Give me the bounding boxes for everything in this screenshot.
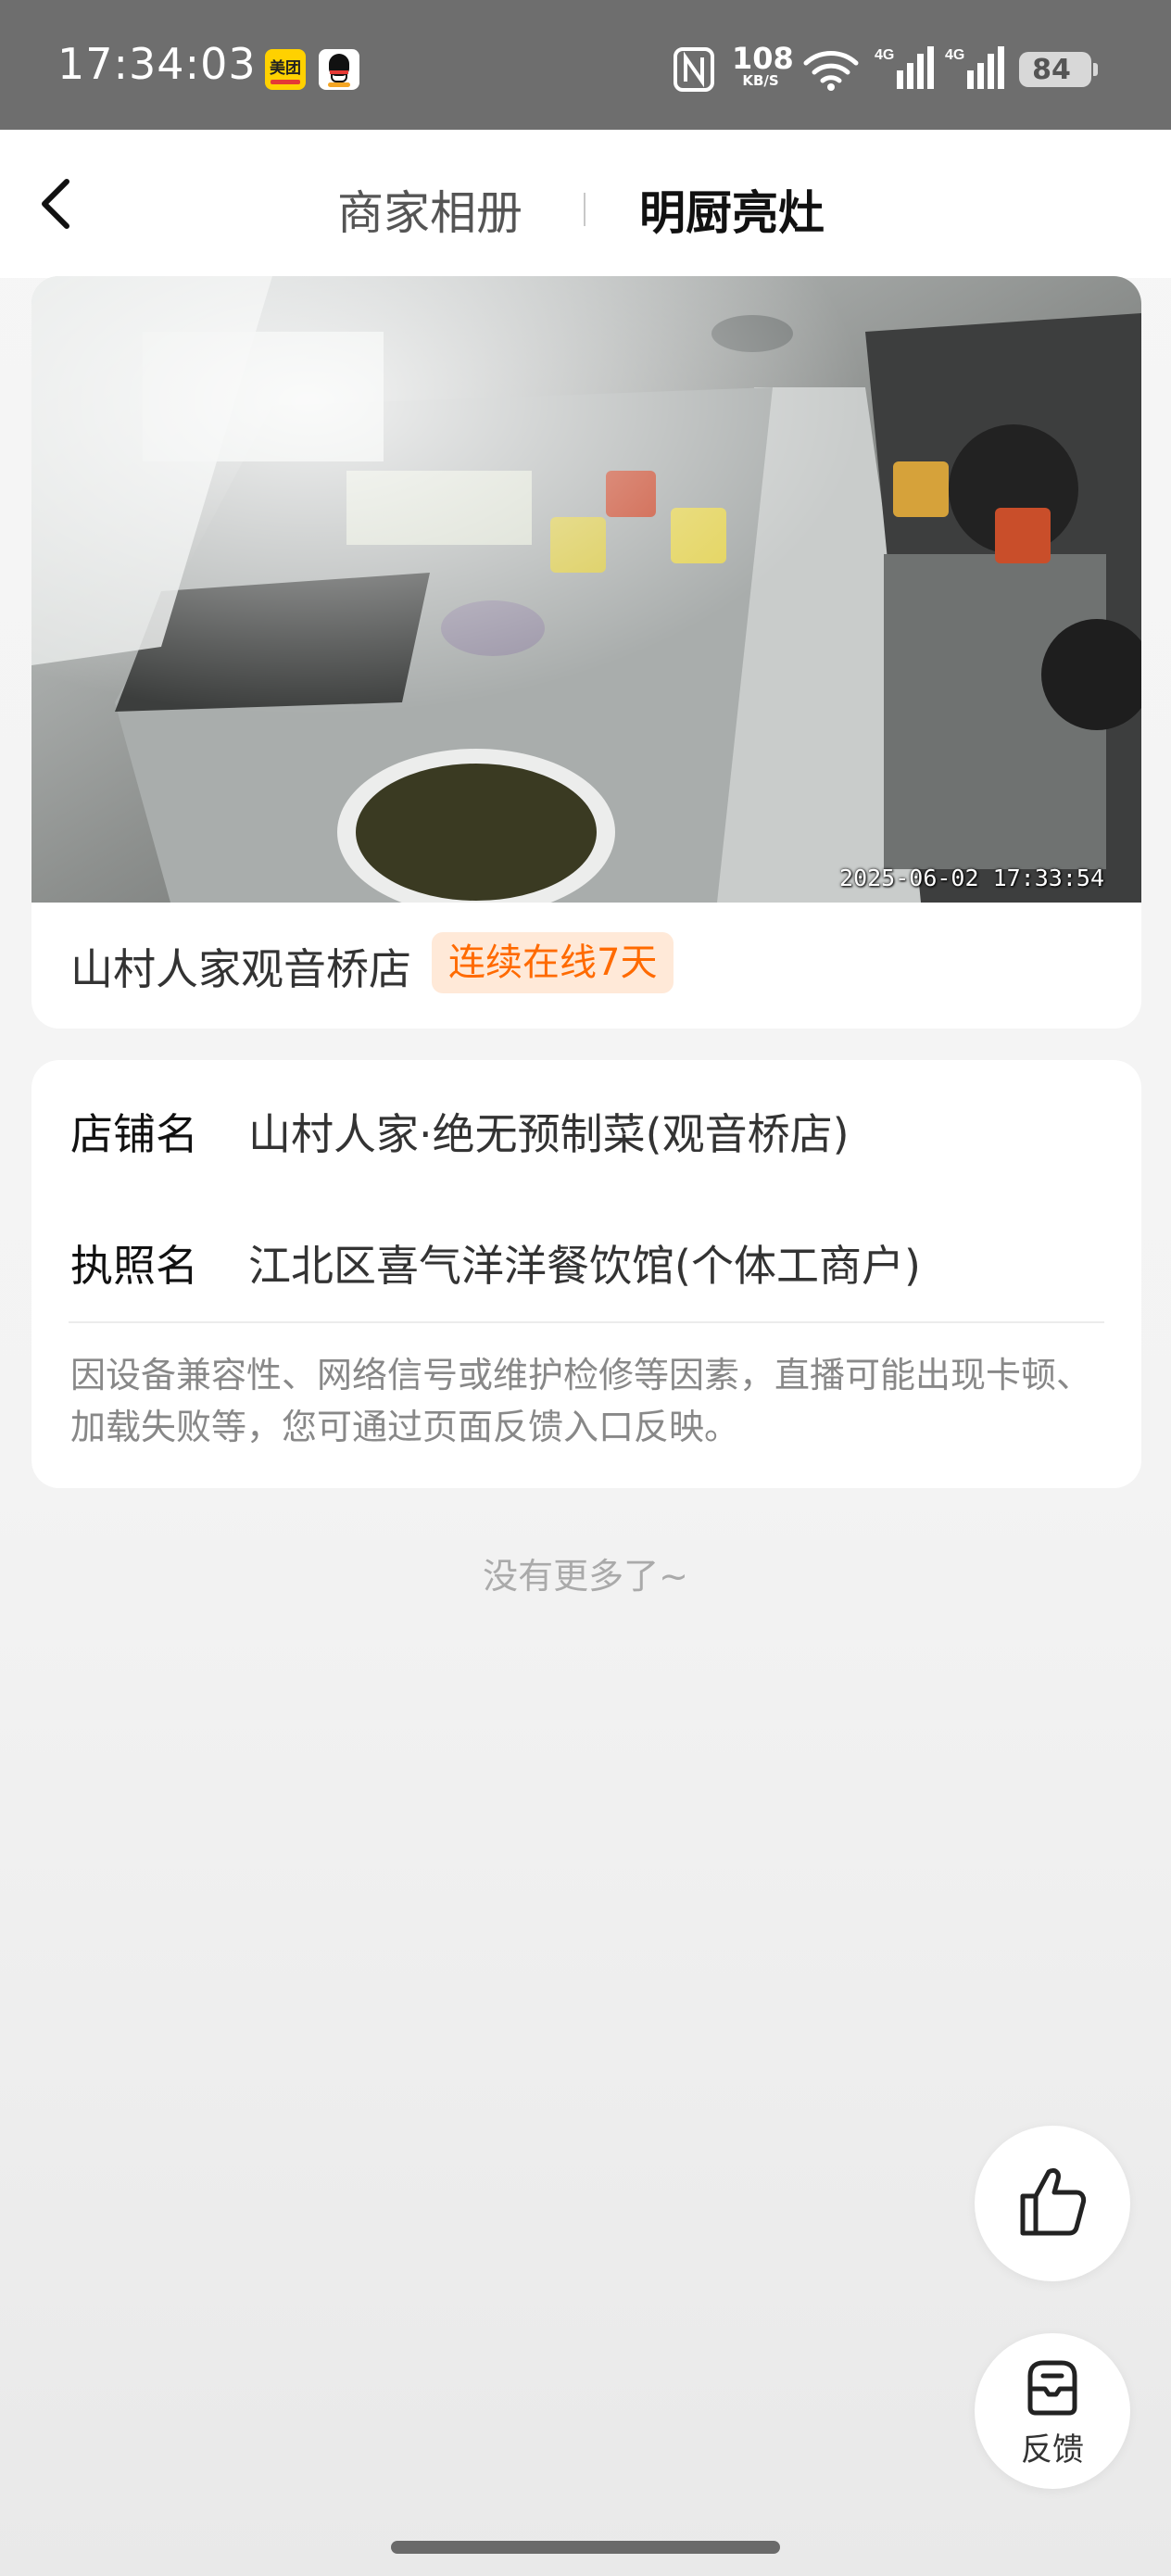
shop-name: 山村人家观音桥店 [70,944,411,994]
tab-open-kitchen[interactable]: 明厨亮灶 [639,176,825,243]
shop-info-card: 店铺名 山村人家·绝无预制菜(观音桥店) 执照名 江北区喜气洋洋餐饮馆(个体工商… [31,1060,1141,1488]
divider [69,1321,1104,1323]
live-kitchen-card: 2025-06-02 17:33:54 山村人家观音桥店 连续在线7天 [31,276,1141,1029]
svg-text:4G: 4G [945,47,964,63]
status-time: 17:34:03 [57,39,257,89]
kitchen-live-video[interactable]: 2025-06-02 17:33:54 [31,276,1141,903]
signal-icon-2: 4G [945,46,1004,89]
net-speed: 108 KB/S [732,41,794,89]
video-timestamp: 2025-06-02 17:33:54 [839,865,1104,891]
online-days-badge: 连续在线7天 [432,932,674,993]
back-arrow-icon[interactable] [33,174,83,234]
tab-merchant-album[interactable]: 商家相册 [337,176,523,243]
store-name-value: 山村人家·绝无预制菜(观音桥店) [248,1109,850,1159]
signal-icon: 4G [875,46,934,89]
qq-app-icon [319,49,359,90]
battery-indicator: 84 [1019,52,1098,87]
svg-text:4G: 4G [875,47,894,63]
tab-divider [584,193,586,226]
license-name-label: 执照名 [70,1241,198,1291]
feedback-button[interactable]: 反馈 [975,2333,1130,2489]
nav-header: 商家相册 明厨亮灶 [0,130,1171,278]
meituan-app-icon: 美团 [265,49,306,90]
like-button[interactable] [975,2126,1130,2281]
live-notice-text: 因设备兼容性、网络信号或维护检修等因素，直播可能出现卡顿、加载失败等，您可通过页… [70,1355,1092,1447]
store-name-label: 店铺名 [70,1109,198,1159]
home-indicator[interactable] [391,2541,780,2554]
nfc-icon [674,47,714,92]
feedback-label: 反馈 [1021,2431,1084,2469]
thumbs-up-icon [1020,2167,1087,2236]
wifi-icon [803,51,859,91]
kitchen-video-frame [31,276,1141,903]
status-bar: 17:34:03 美团 108 KB/S 4G 4G 84 [0,0,1171,130]
license-name-value: 江北区喜气洋洋餐饮馆(个体工商户) [248,1241,921,1291]
no-more-text: 没有更多了~ [483,1556,688,1597]
feedback-icon [1027,2360,1077,2416]
